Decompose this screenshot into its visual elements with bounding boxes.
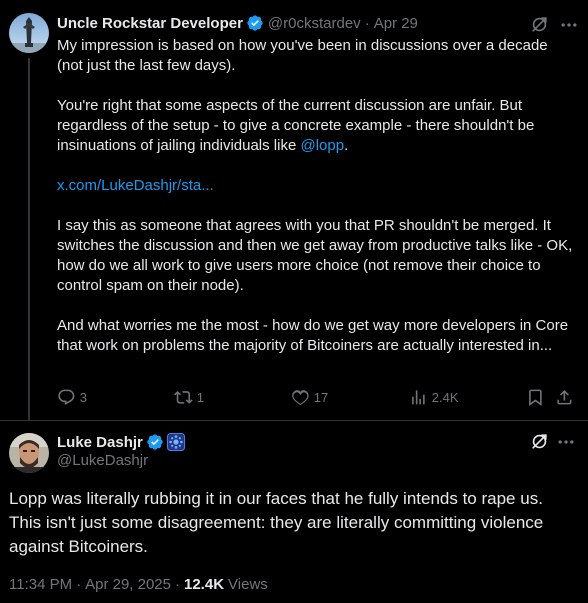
views-count: 2.4K [431,389,459,405]
like-button[interactable]: 17 [291,388,328,407]
views-button[interactable]: 2.4K [409,388,459,407]
mention-link[interactable]: @lopp [300,137,344,154]
tweet-actions: 3 1 17 2.4K [57,388,577,408]
reply-icon [57,388,76,407]
separator-dot: · [76,576,82,593]
like-icon [291,388,310,407]
author-name[interactable]: Uncle Rockstar Developer [57,15,243,32]
tweet-paragraph: And what worries me the most - how do we… [57,317,569,354]
separator-dot: · [175,576,180,593]
tweet-link[interactable]: x.com/LukeDashjr/sta... [57,177,214,194]
reply-tweet-header: Uncle Rockstar Developer @r0ckstardev · … [57,12,418,34]
grok-icon[interactable] [530,15,549,34]
reply-count: 3 [79,389,87,405]
main-tweet-author: Luke Dashjr [57,431,185,453]
views-label: Views [228,576,268,593]
main-tweet-text: Lopp was literally rubbing it in our fac… [9,489,544,556]
avatar[interactable] [9,433,49,473]
affiliate-badge-icon[interactable] [166,433,185,451]
repost-icon [174,388,193,407]
thread-connector-line [28,58,30,420]
tweet-paragraph-text: You're right that some aspects of the cu… [57,97,535,154]
like-count: 17 [313,389,329,405]
verified-badge-icon [246,14,264,32]
more-icon[interactable] [556,432,576,452]
tweet-paragraph: My impression is based on how you've bee… [57,37,548,74]
views-count: 12.4K [184,576,225,593]
repost-button[interactable]: 1 [174,388,204,407]
tweet-metadata: 11:34 PM · Apr 29, 2025 · 12.4K Views [9,576,268,593]
author-name[interactable]: Luke Dashjr [57,434,143,451]
tweet-date[interactable]: Apr 29, 2025 [85,576,171,593]
reply-tweet[interactable]: Uncle Rockstar Developer @r0ckstardev · … [0,0,588,420]
reply-button[interactable]: 3 [57,388,87,407]
views-icon [409,388,428,407]
author-handle[interactable]: @LukeDashjr [57,452,148,469]
share-button[interactable] [555,388,574,407]
grok-icon[interactable] [530,432,549,451]
tweet-paragraph: I say this as someone that agrees with y… [57,217,573,294]
more-icon[interactable] [559,15,579,35]
separator-dot: · [364,14,370,32]
tweet-time[interactable]: 11:34 PM [9,576,72,593]
reply-tweet-text: My impression is based on how you've bee… [57,36,577,376]
bookmark-icon [526,388,545,407]
share-icon [555,388,574,407]
repost-count: 1 [196,389,204,405]
tweet-paragraph-end: . [344,137,349,154]
verified-badge-icon [146,433,164,451]
tweet-date[interactable]: Apr 29 [374,15,418,32]
tweet-paragraph: You're right that some aspects of the cu… [57,96,577,156]
author-handle[interactable]: @r0ckstardev [268,15,361,32]
avatar[interactable] [9,13,49,53]
main-tweet: Luke Dashjr @LukeDashjr Lopp was literal… [0,420,588,603]
bookmark-button[interactable] [526,388,545,407]
